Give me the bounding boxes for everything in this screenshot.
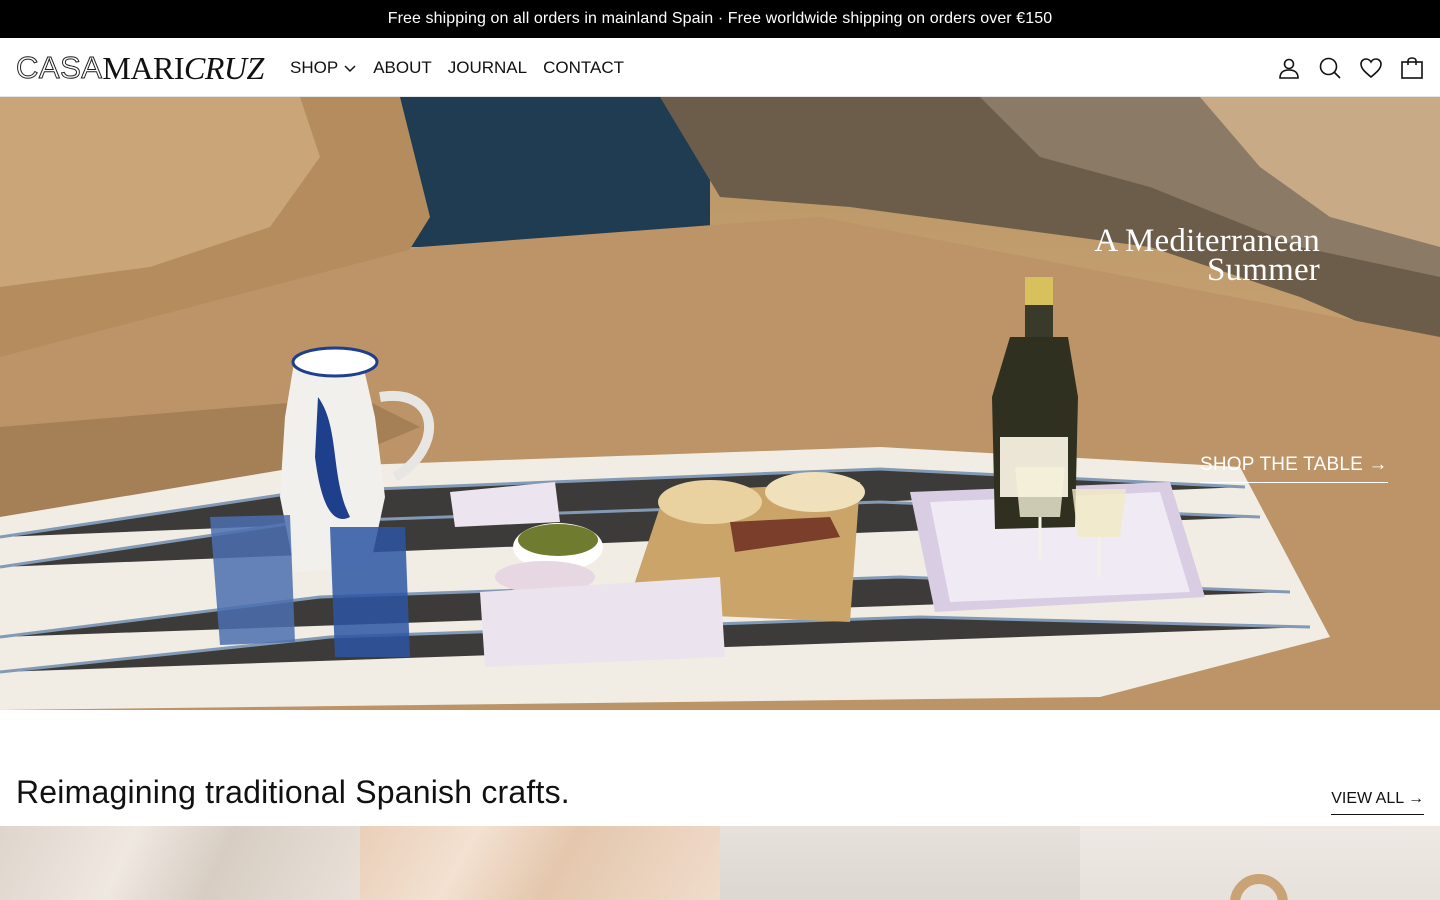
announcement-text: Free shipping on all orders in mainland …: [387, 10, 1053, 27]
header-icons: [1277, 38, 1424, 97]
announcement-bar: Free shipping on all orders in mainland …: [0, 0, 1440, 38]
hero-title-line2: Summer: [1206, 252, 1320, 288]
logo-part-mari: MARI: [102, 49, 184, 86]
site-header: CASA MARI CRUZ SHOP ABOUT JOURNAL CONTAC…: [0, 38, 1440, 97]
wishlist-heart-icon[interactable]: [1359, 56, 1383, 80]
product-card[interactable]: [0, 826, 360, 900]
chevron-down-icon: [344, 64, 356, 72]
view-all-link[interactable]: VIEW ALL →: [1331, 790, 1424, 815]
nav-item-label: CONTACT: [543, 57, 625, 77]
product-card[interactable]: [360, 826, 720, 900]
product-card[interactable]: [720, 826, 1080, 900]
shop-the-table-link[interactable]: SHOP THE TABLE →: [1200, 454, 1388, 483]
nav-item-label: JOURNAL: [447, 57, 528, 77]
logo[interactable]: CASA MARI CRUZ: [15, 48, 266, 88]
nav-item-about[interactable]: ABOUT: [373, 58, 432, 78]
product-grid: [0, 826, 1440, 900]
search-icon[interactable]: [1318, 56, 1342, 80]
hero-title: A Mediterranean Summer: [960, 225, 1320, 288]
logo-part-casa: CASA: [15, 50, 103, 86]
nav-item-journal[interactable]: JOURNAL: [448, 58, 527, 78]
account-icon[interactable]: [1277, 56, 1301, 80]
cart-bag-icon[interactable]: [1400, 56, 1424, 80]
hero-image: [0, 97, 1440, 710]
nav-item-label: ABOUT: [373, 57, 432, 77]
nav-item-label: SHOP: [290, 57, 339, 77]
product-image-ring: [1230, 874, 1288, 900]
hero-banner[interactable]: A Mediterranean Summer SHOP THE TABLE →: [0, 97, 1440, 710]
nav-item-contact[interactable]: CONTACT: [543, 58, 624, 78]
section-title: Reimagining traditional Spanish crafts.: [16, 774, 570, 810]
logo-part-cruz: CRUZ: [183, 49, 264, 86]
product-card[interactable]: [1080, 826, 1440, 900]
main-nav: SHOP ABOUT JOURNAL CONTACT: [290, 38, 640, 97]
nav-item-shop[interactable]: SHOP: [290, 58, 357, 78]
